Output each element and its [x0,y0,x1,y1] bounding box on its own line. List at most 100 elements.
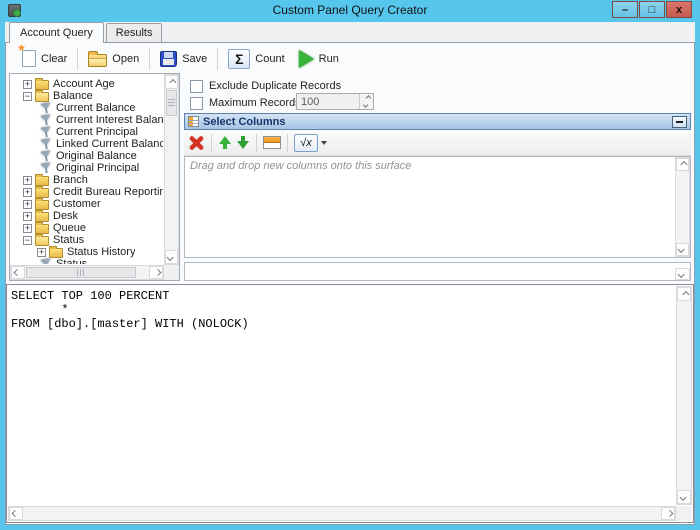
count-button[interactable]: Σ Count [221,47,291,71]
column-drop-surface[interactable]: Drag and drop new columns onto this surf… [184,156,691,258]
tree-vertical-scrollbar[interactable] [164,74,179,265]
title-bar: Custom Panel Query Creator – □ x [0,0,700,22]
maximum-records-checkbox[interactable] [190,97,203,110]
formula-icon: √x [294,134,318,152]
tree-expand-toggle[interactable]: + [23,224,32,233]
tree-expand-toggle[interactable]: + [23,212,32,221]
scroll-left-button[interactable] [9,507,23,520]
toolbar-separator [256,134,257,152]
sigma-icon: Σ [228,49,250,69]
tree-item[interactable]: Status [11,258,163,264]
tree-item[interactable]: Current Principal [11,126,163,138]
save-button[interactable]: Save [153,49,214,69]
exclude-duplicates-checkbox[interactable] [190,80,203,93]
rename-column-icon[interactable] [263,136,281,149]
tree-item[interactable]: Linked Current Balance [11,138,163,150]
folder-icon [35,188,49,198]
tree-item[interactable]: Current Interest Balanc [11,114,163,126]
move-up-icon[interactable] [218,135,232,150]
sql-vertical-scrollbar[interactable] [676,286,692,505]
scroll-down-button[interactable] [677,490,691,504]
formula-button[interactable]: √x [294,134,327,152]
delete-column-icon[interactable] [188,135,205,150]
scroll-up-button[interactable] [677,287,691,301]
tree-expand-toggle[interactable]: + [23,188,32,197]
move-down-icon[interactable] [236,135,250,150]
tree-item[interactable]: + Account Age [11,78,163,90]
toolbar-separator [211,134,212,152]
clear-page-icon [22,50,36,67]
tree-item-label: Status [53,234,84,246]
tree-item[interactable]: +Desk [11,210,163,222]
folder-icon [35,92,49,102]
tree-expand-toggle[interactable]: + [23,80,32,89]
scrollbar-thumb[interactable] [26,267,136,278]
close-button[interactable]: x [666,1,692,18]
tree-item[interactable]: +Queue [11,222,163,234]
scroll-left-button[interactable] [11,266,25,279]
folder-icon [35,80,49,90]
scrollbar-thumb[interactable] [166,90,177,116]
tree-item-label: Credit Bureau Reporting [53,186,163,198]
tree-expand-toggle[interactable]: + [23,176,32,185]
tree-item[interactable]: − Status [11,234,163,246]
sql-query-text[interactable]: SELECT TOP 100 PERCENT * FROM [dbo].[mas… [11,289,673,502]
open-button[interactable]: Open [81,49,146,69]
tree-item[interactable]: −Balance [11,90,163,102]
chevron-down-icon[interactable] [321,141,327,145]
tree-item-label: Branch [53,174,88,186]
tree-expand-toggle[interactable]: − [23,236,32,245]
save-label: Save [182,53,207,65]
table-columns-icon [188,116,199,127]
tree-item[interactable]: + Branch [11,174,163,186]
clear-label: Clear [41,53,67,65]
sql-horizontal-scrollbar[interactable] [8,506,676,521]
drop-surface-scrollbar[interactable] [675,157,690,257]
toolbar-separator [217,48,218,70]
folder-icon [35,200,49,210]
open-folder-icon [88,54,107,67]
tree-item[interactable]: + Credit Bureau Reporting [11,186,163,198]
count-label: Count [255,53,284,65]
folder-icon [35,236,49,246]
tab-results[interactable]: Results [106,23,163,42]
app-window: Custom Panel Query Creator – □ x Account… [0,0,700,530]
tree-item[interactable]: Current Balance [11,102,163,114]
tree-expand-toggle[interactable]: − [23,92,32,101]
tree-expand-toggle[interactable]: + [37,248,46,257]
spinner-up-button[interactable] [360,94,373,102]
run-button[interactable]: Run [292,48,346,70]
scroll-down-button[interactable] [675,268,690,280]
scroll-right-button[interactable] [149,266,163,279]
tree-item[interactable]: +Status History [11,246,163,258]
tab-account-query[interactable]: Account Query [9,22,104,43]
tree-item[interactable]: Original Balance [11,150,163,162]
folder-icon [35,212,49,222]
tree-item[interactable]: Original Principal [11,162,163,174]
tree-item[interactable]: + Customer [11,198,163,210]
scroll-down-button[interactable] [165,250,178,264]
tree-expand-toggle[interactable]: + [23,200,32,209]
toolbar-separator [149,48,150,70]
maximize-button[interactable]: □ [639,1,665,18]
scroll-down-button[interactable] [676,243,689,256]
select-columns-toolbar: √x [184,130,691,156]
scroll-right-button[interactable] [661,507,675,520]
minimize-button[interactable]: – [612,1,638,18]
tree-item-label: Linked Current Balance [56,138,163,150]
tree-item-label: Customer [53,198,101,210]
filter-funnel-icon [40,257,54,264]
tree-item-label: Original Balance [56,150,137,162]
tree-item-label: Account Age [53,78,115,90]
tab-strip: Account Query Results [5,22,695,42]
tree-item-label: Current Interest Balanc [56,114,163,126]
tree-horizontal-scrollbar[interactable] [10,265,164,280]
scroll-up-button[interactable] [676,158,689,171]
sql-preview-panel: SELECT TOP 100 PERCENT * FROM [dbo].[mas… [6,284,694,523]
collapse-panel-button[interactable] [672,116,687,128]
spinner-down-button[interactable] [360,102,373,110]
maximum-records-input[interactable]: 100 [296,93,374,110]
scroll-up-button[interactable] [165,75,178,89]
scrollbar-corner [676,506,692,521]
clear-button[interactable]: Clear [15,48,74,69]
